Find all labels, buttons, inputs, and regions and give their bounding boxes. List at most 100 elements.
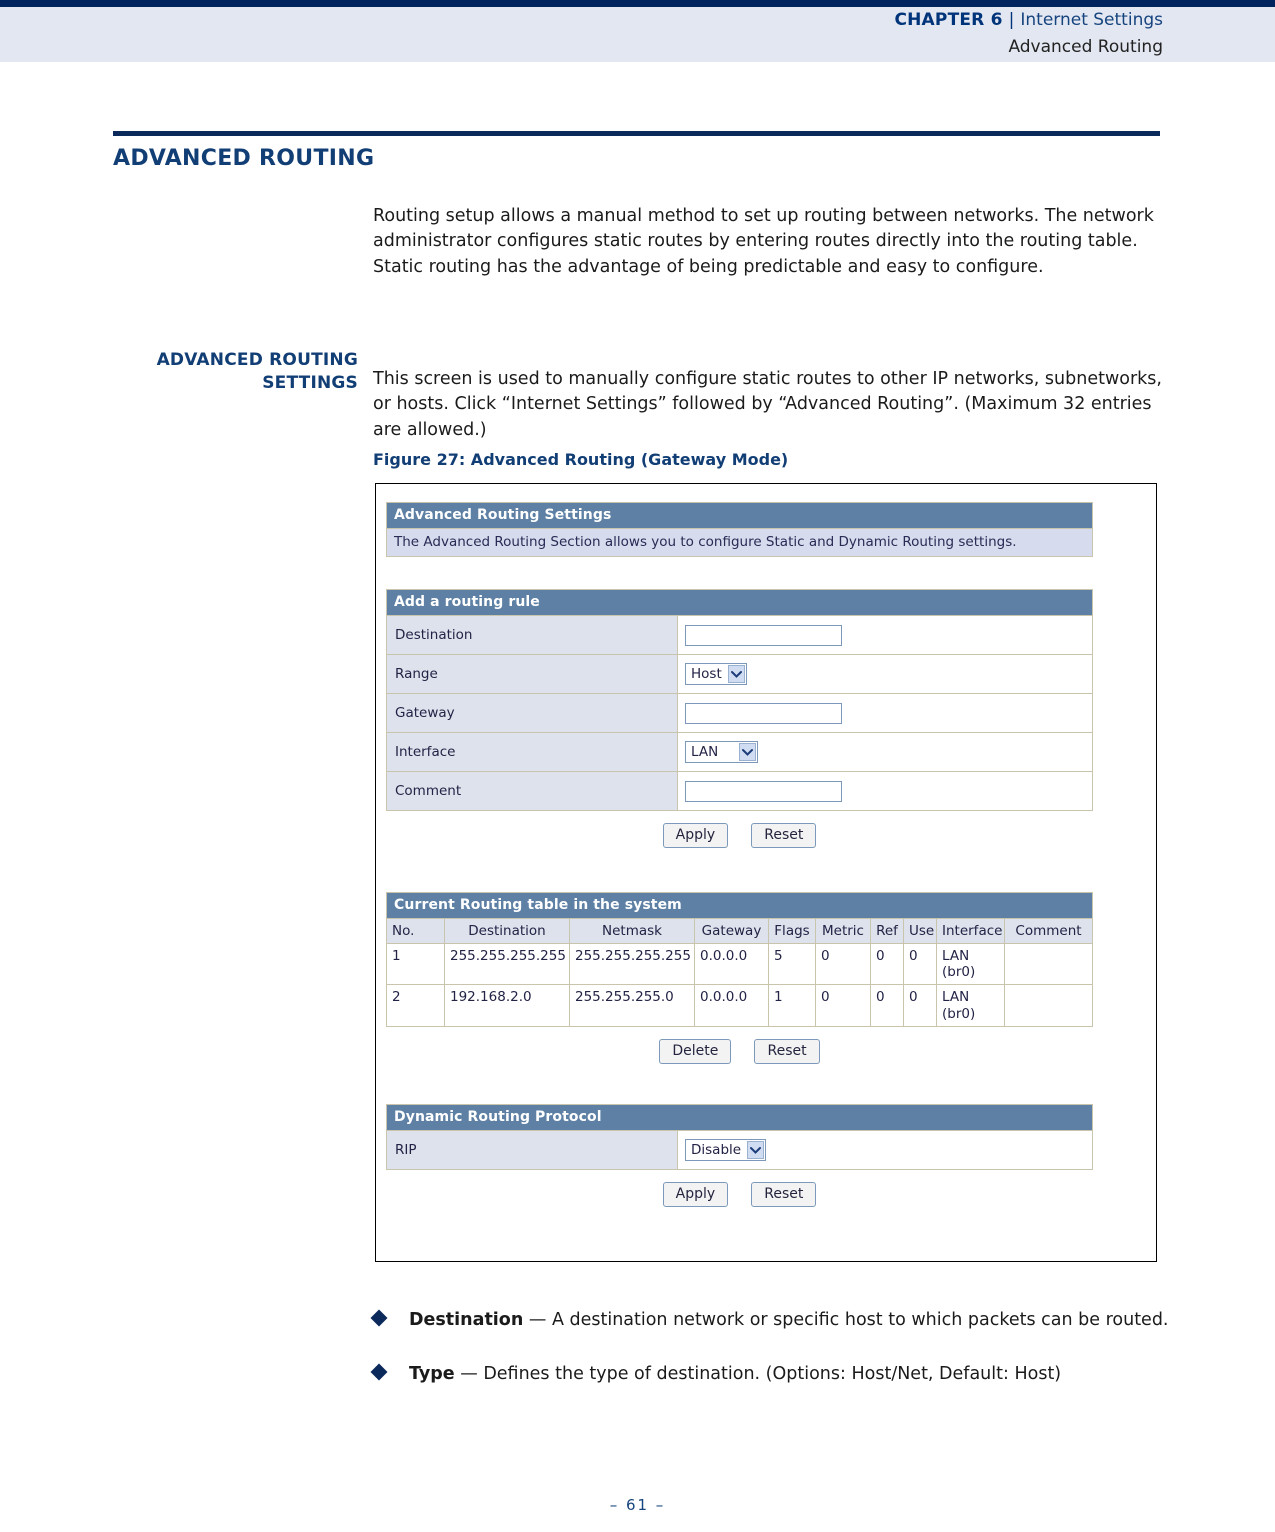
cell-no: 1 [386, 942, 445, 986]
diamond-bullet-icon [370, 1363, 388, 1381]
list-item: Type — Defines the type of destination. … [370, 1362, 1173, 1388]
add-rule-button-row: Apply Reset [386, 811, 1093, 848]
field-destination-cell [677, 615, 1093, 655]
column-header-no: No. [386, 918, 445, 944]
margin-side-heading: ADVANCED ROUTING SETTINGS [113, 349, 358, 394]
form-row-range: Range Host [386, 654, 1093, 694]
table-row[interactable]: 1 255.255.255.255 255.255.255.255 0.0.0.… [386, 942, 1093, 986]
page-number-footer: – 61 – [609, 1496, 666, 1514]
cell-no: 2 [386, 984, 445, 1027]
page-header-rule [0, 0, 1275, 7]
dynamic-routing-button-row: Apply Reset [386, 1170, 1093, 1207]
settings-paragraph: This screen is used to manually configur… [373, 368, 1162, 440]
page-header-text: CHAPTER 6 | Internet Settings Advanced Rou… [894, 8, 1163, 59]
bullet-dash: — [523, 1310, 552, 1330]
side-heading-line-1: ADVANCED ROUTING [156, 350, 358, 370]
chevron-down-icon [727, 665, 745, 683]
column-header-interface: Interface [936, 918, 1005, 944]
apply-button[interactable]: Apply [662, 1181, 729, 1207]
column-header-metric: Metric [815, 918, 871, 944]
column-header-flags: Flags [768, 918, 816, 944]
cell-comment [1004, 984, 1093, 1027]
cell-ref: 0 [870, 984, 904, 1027]
column-header-ref: Ref [870, 918, 904, 944]
column-header-netmask: Netmask [569, 918, 695, 944]
table-row[interactable]: 2 192.168.2.0 255.255.255.0 0.0.0.0 1 0 … [386, 984, 1093, 1027]
panel-dynamic-routing-protocol: Dynamic Routing Protocol RIP Disable App… [386, 1103, 1093, 1207]
interface-select-value: LAN [691, 744, 719, 760]
label-gateway: Gateway [386, 693, 678, 733]
cell-destination: 255.255.255.255 [444, 942, 570, 986]
cell-use: 0 [903, 984, 937, 1027]
range-select-value: Host [691, 666, 722, 682]
panel-title-add-routing-rule: Add a routing rule [386, 589, 1093, 615]
section-heading-rule [113, 131, 1160, 136]
cell-ref: 0 [870, 942, 904, 986]
column-header-use: Use [903, 918, 937, 944]
range-select[interactable]: Host [685, 663, 747, 685]
figure-advanced-routing: Advanced Routing Settings The Advanced R… [375, 483, 1157, 1262]
column-header-destination: Destination [444, 918, 570, 944]
form-row-interface: Interface LAN [386, 732, 1093, 772]
form-row-destination: Destination [386, 615, 1093, 655]
label-destination: Destination [386, 615, 678, 655]
panel-add-routing-rule: Add a routing rule Destination Range Hos… [386, 589, 1093, 848]
form-row-gateway: Gateway [386, 693, 1093, 733]
header-subtitle: Advanced Routing [1008, 36, 1163, 57]
diamond-bullet-icon [370, 1309, 388, 1327]
delete-button[interactable]: Delete [659, 1038, 732, 1064]
cell-metric: 0 [815, 984, 871, 1027]
interface-select[interactable]: LAN [685, 741, 758, 763]
routing-table-button-row: Delete Reset [386, 1027, 1093, 1064]
panel-description-advanced-routing-settings: The Advanced Routing Section allows you … [386, 528, 1093, 557]
panel-current-routing-table: Current Routing table in the system No. … [386, 892, 1093, 1064]
label-interface: Interface [386, 732, 678, 772]
label-comment: Comment [386, 771, 678, 811]
parameter-list: Destination — A destination network or s… [370, 1308, 1173, 1415]
field-gateway-cell [677, 693, 1093, 733]
bullet-term-destination: Destination [409, 1310, 524, 1330]
comment-input[interactable] [685, 780, 842, 802]
side-heading-line-2: SETTINGS [262, 372, 358, 393]
apply-button[interactable]: Apply [662, 823, 729, 848]
bullet-term-type: Type [409, 1363, 455, 1384]
field-rip-cell: Disable [677, 1129, 1093, 1170]
cell-metric: 0 [815, 942, 871, 986]
destination-input[interactable] [685, 624, 842, 646]
field-comment-cell [677, 771, 1093, 811]
add-routing-rule-form: Destination Range Host Gateway Interface… [386, 615, 1093, 811]
cell-gateway: 0.0.0.0 [694, 942, 769, 986]
rip-select-value: Disable [691, 1141, 742, 1158]
reset-button[interactable]: Reset [751, 823, 817, 848]
header-separator: | [1008, 10, 1015, 30]
cell-use: 0 [903, 942, 937, 986]
label-rip: RIP [386, 1129, 678, 1170]
field-range-cell: Host [677, 654, 1093, 694]
header-chapter-line: CHAPTER 6 | Internet Settings [894, 8, 1163, 33]
cell-gateway: 0.0.0.0 [694, 984, 769, 1027]
cell-interface: LAN (br0) [936, 984, 1005, 1027]
cell-flags: 5 [768, 942, 816, 986]
reset-button[interactable]: Reset [754, 1038, 820, 1064]
rip-select[interactable]: Disable [685, 1138, 767, 1161]
form-row-comment: Comment [386, 771, 1093, 811]
routing-table-header-row: No. Destination Netmask Gateway Flags Me… [386, 918, 1093, 944]
intro-paragraph: Routing setup allows a manual method to … [373, 205, 1154, 277]
cell-interface: LAN (br0) [936, 942, 1005, 986]
header-chapter-label: CHAPTER 6 [894, 10, 1003, 30]
figure-caption: Figure 27: Advanced Routing (Gateway Mod… [373, 450, 789, 469]
reset-button[interactable]: Reset [751, 1181, 817, 1207]
bullet-text-type: Defines the type of destination. (Option… [483, 1363, 1062, 1384]
label-range: Range [386, 654, 678, 694]
gateway-input[interactable] [685, 702, 842, 724]
chevron-down-icon [747, 1140, 765, 1159]
cell-destination: 192.168.2.0 [444, 984, 570, 1027]
page-title: ADVANCED ROUTING [113, 146, 375, 171]
dynamic-routing-form: RIP Disable [386, 1129, 1093, 1170]
column-header-comment: Comment [1004, 918, 1093, 944]
chevron-down-icon [739, 743, 756, 761]
panel-title-current-routing-table: Current Routing table in the system [386, 892, 1093, 918]
column-header-gateway: Gateway [694, 918, 769, 944]
